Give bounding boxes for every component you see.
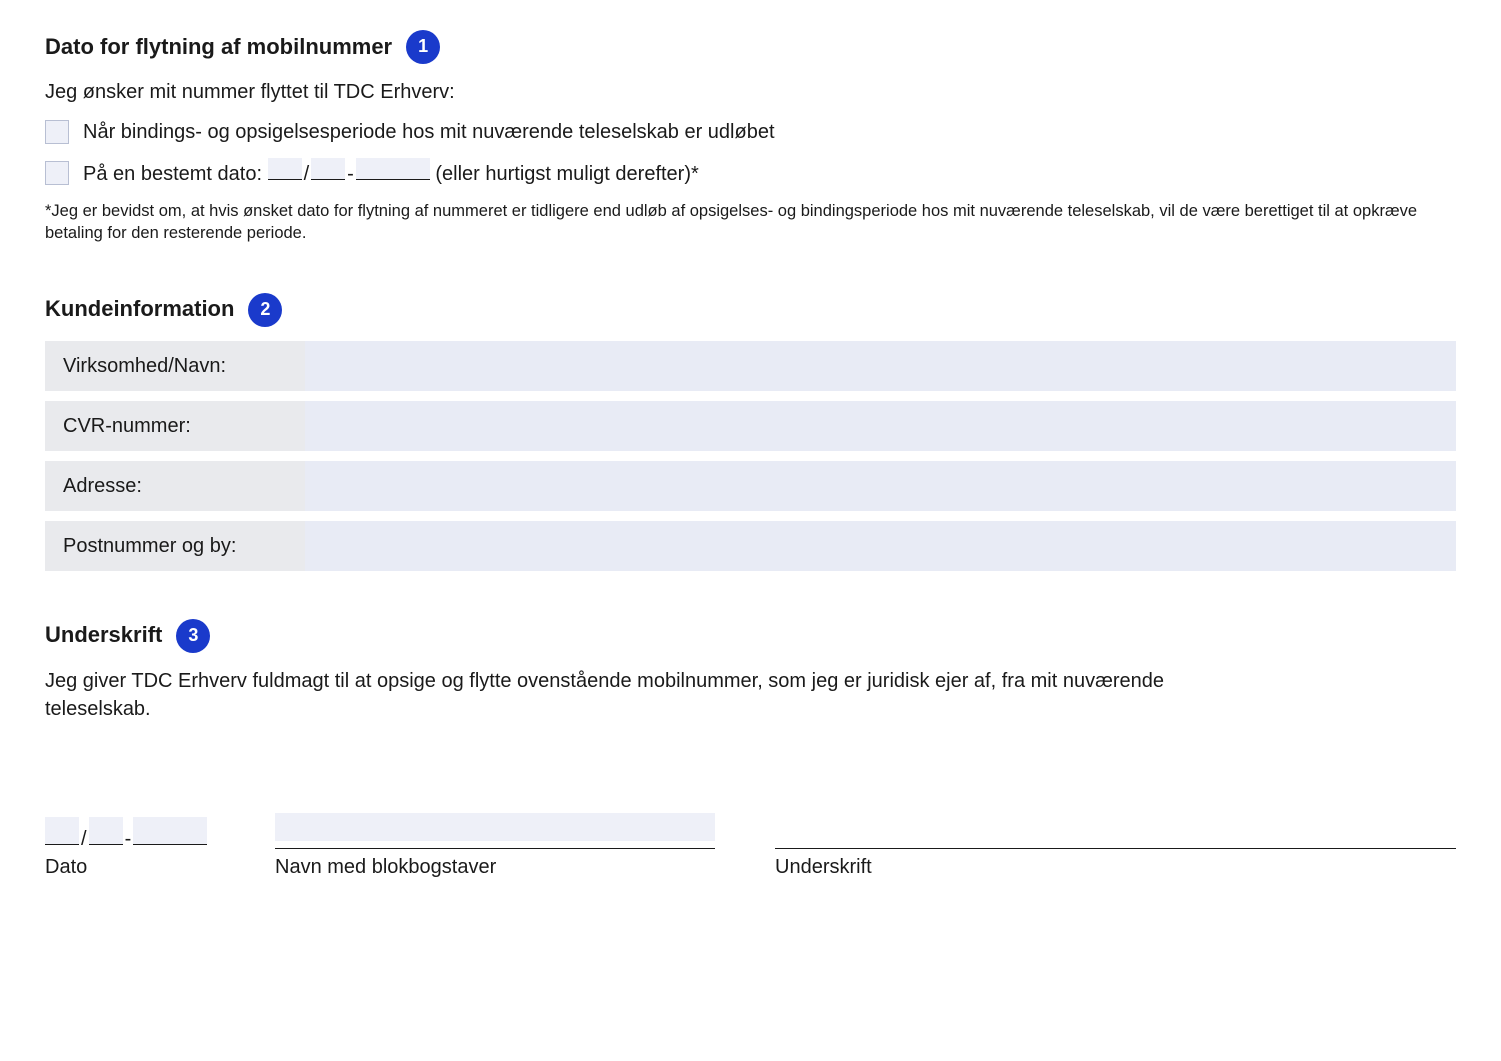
- section-customer-info: Kundeinformation 2 Virksomhed/Navn: CVR-…: [45, 293, 1456, 571]
- caption-name: Navn med blokbogstaver: [275, 853, 715, 881]
- signature-sign-column: Underskrift: [775, 813, 1456, 881]
- section-title: Underskrift: [45, 620, 162, 651]
- signature-name-column: Navn med blokbogstaver: [275, 813, 715, 881]
- input-address[interactable]: [305, 461, 1456, 511]
- checkbox-expiry[interactable]: [45, 120, 69, 144]
- label-company: Virksomhed/Navn:: [45, 341, 305, 391]
- signature-date-column: / - Dato: [45, 817, 215, 881]
- section-date: Dato for flytning af mobilnummer 1 Jeg ø…: [45, 30, 1456, 245]
- input-postal[interactable]: [305, 521, 1456, 571]
- label-cvr: CVR-nummer:: [45, 401, 305, 451]
- signature-date-fields: / -: [45, 817, 215, 847]
- section-header: Dato for flytning af mobilnummer 1: [45, 30, 1456, 64]
- dash-separator: -: [125, 825, 132, 853]
- sig-date-day[interactable]: [45, 817, 79, 845]
- option-expiry-label: Når bindings- og opsigelsesperiode hos m…: [83, 118, 775, 146]
- section-title: Kundeinformation: [45, 294, 234, 325]
- inline-date-input: / -: [268, 158, 430, 188]
- intro-text: Jeg ønsker mit nummer flyttet til TDC Er…: [45, 78, 1456, 106]
- field-row-postal: Postnummer og by:: [45, 521, 1456, 571]
- field-row-company: Virksomhed/Navn:: [45, 341, 1456, 391]
- section-title: Dato for flytning af mobilnummer: [45, 32, 392, 63]
- checkbox-specific-date[interactable]: [45, 161, 69, 185]
- option-date-label: På en bestemt dato: / - (eller hurtigst …: [83, 158, 699, 188]
- caption-date: Dato: [45, 853, 215, 881]
- caption-sign: Underskrift: [775, 853, 1456, 881]
- signature-name-field-row: [275, 813, 715, 843]
- slash-separator: /: [81, 825, 87, 853]
- section-signature: Underskrift 3 Jeg giver TDC Erhverv fuld…: [45, 619, 1456, 881]
- footnote-text: *Jeg er bevidst om, at hvis ønsket dato …: [45, 200, 1456, 245]
- date-year-field[interactable]: [356, 158, 430, 180]
- step-badge-2: 2: [248, 293, 282, 327]
- option-expiry-row: Når bindings- og opsigelsesperiode hos m…: [45, 118, 1456, 146]
- step-badge-3: 3: [176, 619, 210, 653]
- section-header: Kundeinformation 2: [45, 293, 1456, 327]
- section-header: Underskrift 3: [45, 619, 1456, 653]
- slash-separator: /: [304, 160, 310, 188]
- date-day-field[interactable]: [268, 158, 302, 180]
- sig-date-month[interactable]: [89, 817, 123, 845]
- label-postal: Postnummer og by:: [45, 521, 305, 571]
- signature-row: / - Dato Navn med blokbogstaver Underskr…: [45, 813, 1456, 881]
- signature-sign-line[interactable]: [775, 847, 1456, 849]
- option-date-row: På en bestemt dato: / - (eller hurtigst …: [45, 158, 1456, 188]
- signature-name-line: [275, 847, 715, 849]
- dash-separator: -: [347, 160, 354, 188]
- option-date-suffix: (eller hurtigst muligt derefter)*: [435, 163, 698, 185]
- field-row-address: Adresse:: [45, 461, 1456, 511]
- input-cvr[interactable]: [305, 401, 1456, 451]
- option-date-prefix: På en bestemt dato:: [83, 163, 268, 185]
- signature-declaration: Jeg giver TDC Erhverv fuldmagt til at op…: [45, 667, 1205, 723]
- field-row-cvr: CVR-nummer:: [45, 401, 1456, 451]
- date-month-field[interactable]: [311, 158, 345, 180]
- label-address: Adresse:: [45, 461, 305, 511]
- sig-name-field[interactable]: [275, 813, 715, 841]
- sig-date-year[interactable]: [133, 817, 207, 845]
- step-badge-1: 1: [406, 30, 440, 64]
- input-company[interactable]: [305, 341, 1456, 391]
